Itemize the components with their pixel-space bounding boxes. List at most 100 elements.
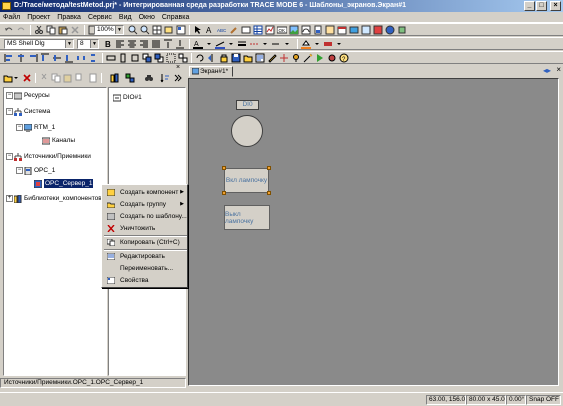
lamp-indicator[interactable]: [231, 115, 263, 147]
rotate-icon[interactable]: [195, 53, 205, 63]
alarm-tool-icon[interactable]: [373, 25, 383, 35]
redo-icon[interactable]: [16, 25, 26, 35]
menu-item-create-group[interactable]: Создать группу ▶: [104, 199, 187, 210]
maximize-button[interactable]: □: [536, 1, 547, 11]
calendar-tool-icon[interactable]: [337, 25, 347, 35]
report-tool-icon[interactable]: [361, 25, 371, 35]
same-size-icon[interactable]: [130, 53, 140, 63]
expand-toggle[interactable]: −: [16, 167, 23, 174]
line-style-icon[interactable]: [249, 39, 259, 49]
text-tool-icon[interactable]: A: [205, 25, 215, 35]
tree-item-sources[interactable]: Источники/Приемники: [14, 152, 91, 161]
pin-icon[interactable]: [291, 53, 301, 63]
lock-icon[interactable]: [219, 53, 229, 63]
ok-button-tool-icon[interactable]: OK: [277, 25, 287, 35]
font-color-icon[interactable]: A: [193, 39, 203, 49]
align-objects-top-icon[interactable]: [40, 53, 50, 63]
tree-item-rtm[interactable]: RTM_1: [24, 123, 55, 132]
brush-icon[interactable]: [229, 25, 239, 35]
send-back-icon[interactable]: [154, 53, 164, 63]
align-objects-bottom-icon[interactable]: [64, 53, 74, 63]
binoculars-icon[interactable]: [144, 73, 154, 83]
selection-handle[interactable]: [222, 166, 226, 170]
chevron-down-icon[interactable]: [335, 39, 343, 49]
media-tool-icon[interactable]: [385, 25, 395, 35]
save-icon[interactable]: [231, 53, 241, 63]
flip-icon[interactable]: [207, 53, 217, 63]
object-tool-icon[interactable]: [397, 25, 407, 35]
font-size-select[interactable]: 8 ▼: [77, 39, 99, 49]
cut-icon[interactable]: [34, 25, 44, 35]
wizard-icon[interactable]: [303, 53, 313, 63]
menu-edit[interactable]: Правка: [57, 14, 81, 21]
open-folder-icon[interactable]: [243, 53, 253, 63]
dio-label[interactable]: DI0: [236, 100, 259, 110]
tree-item-libraries[interactable]: Библиотеки_компонентов: [14, 194, 102, 203]
font-select[interactable]: MS Shell Dlg ▼: [4, 39, 74, 49]
gauge-tool-icon[interactable]: [301, 25, 311, 35]
line-width-icon[interactable]: [237, 39, 247, 49]
grid-icon[interactable]: [152, 25, 162, 35]
group-icon[interactable]: [166, 53, 176, 63]
menu-help[interactable]: Справка: [162, 14, 189, 21]
components-icon[interactable]: [125, 73, 135, 83]
zoom-in-icon[interactable]: [128, 25, 138, 35]
fill-pattern-icon[interactable]: [323, 39, 333, 49]
video-tool-icon[interactable]: [349, 25, 359, 35]
menu-item-properties[interactable]: Свойства: [104, 275, 187, 286]
menu-project[interactable]: Проект: [27, 14, 50, 21]
align-objects-left-icon[interactable]: [4, 53, 14, 63]
selection-handle[interactable]: [222, 191, 226, 195]
align-center-icon[interactable]: [127, 39, 137, 49]
align-right-icon[interactable]: [139, 39, 149, 49]
chevron-down-icon[interactable]: [227, 39, 235, 49]
copy-icon[interactable]: [51, 73, 61, 83]
selection-handle[interactable]: [267, 191, 271, 195]
expand-toggle[interactable]: −: [6, 92, 13, 99]
menu-item-rename[interactable]: Переименовать...: [104, 263, 187, 274]
menu-item-copy[interactable]: Копировать (Ctrl+C): [104, 237, 187, 248]
ungroup-icon[interactable]: [178, 53, 188, 63]
expand-toggle[interactable]: −: [16, 124, 23, 131]
bring-front-icon[interactable]: [142, 53, 152, 63]
minimize-button[interactable]: _: [524, 1, 535, 11]
same-width-icon[interactable]: [106, 53, 116, 63]
properties-icon[interactable]: [255, 53, 265, 63]
tab-screen1[interactable]: Экран#1*: [189, 66, 233, 77]
selection-handle[interactable]: [267, 166, 271, 170]
tree-item-opc[interactable]: OPC_1: [24, 166, 55, 175]
align-objects-center-icon[interactable]: [16, 53, 26, 63]
sort-icon[interactable]: [160, 73, 170, 83]
arrows-icon[interactable]: [279, 53, 289, 63]
expand-toggle[interactable]: −: [6, 153, 13, 160]
menu-item-edit[interactable]: Редактировать: [104, 251, 187, 262]
chevron-right-icon[interactable]: [174, 73, 182, 83]
menu-view[interactable]: Вид: [119, 14, 132, 21]
menu-item-create-component[interactable]: Создать компонент ▶: [104, 187, 187, 198]
same-height-icon[interactable]: [118, 53, 128, 63]
distribute-v-icon[interactable]: [88, 53, 98, 63]
tree-item-system[interactable]: Система: [14, 107, 50, 116]
layers-icon[interactable]: [164, 25, 174, 35]
undo-icon[interactable]: [4, 25, 14, 35]
button-off-widget[interactable]: Выкл лампочку: [224, 205, 270, 230]
debug-icon[interactable]: [327, 53, 337, 63]
paste-icon[interactable]: [63, 73, 73, 83]
expand-toggle[interactable]: −: [6, 108, 13, 115]
menu-item-create-from-template[interactable]: Создать по шаблону...: [104, 211, 187, 222]
expand-toggle[interactable]: +: [6, 195, 13, 202]
trend-tool-icon[interactable]: [325, 25, 335, 35]
distribute-h-icon[interactable]: [76, 53, 86, 63]
chevron-down-icon[interactable]: [261, 39, 269, 49]
copy-icon[interactable]: [46, 25, 56, 35]
text-field-icon[interactable]: ABC: [217, 25, 227, 35]
menu-window[interactable]: Окно: [139, 14, 155, 21]
run-icon[interactable]: [315, 53, 325, 63]
tree-item-channels[interactable]: Каналы: [42, 136, 75, 145]
close-panel-icon[interactable]: ×: [176, 64, 184, 72]
arrow-style-icon[interactable]: [271, 39, 281, 49]
menu-file[interactable]: Файл: [3, 14, 20, 21]
help-icon[interactable]: ?: [339, 53, 349, 63]
valign-bottom-icon[interactable]: [175, 39, 185, 49]
bold-icon[interactable]: B: [103, 39, 113, 49]
